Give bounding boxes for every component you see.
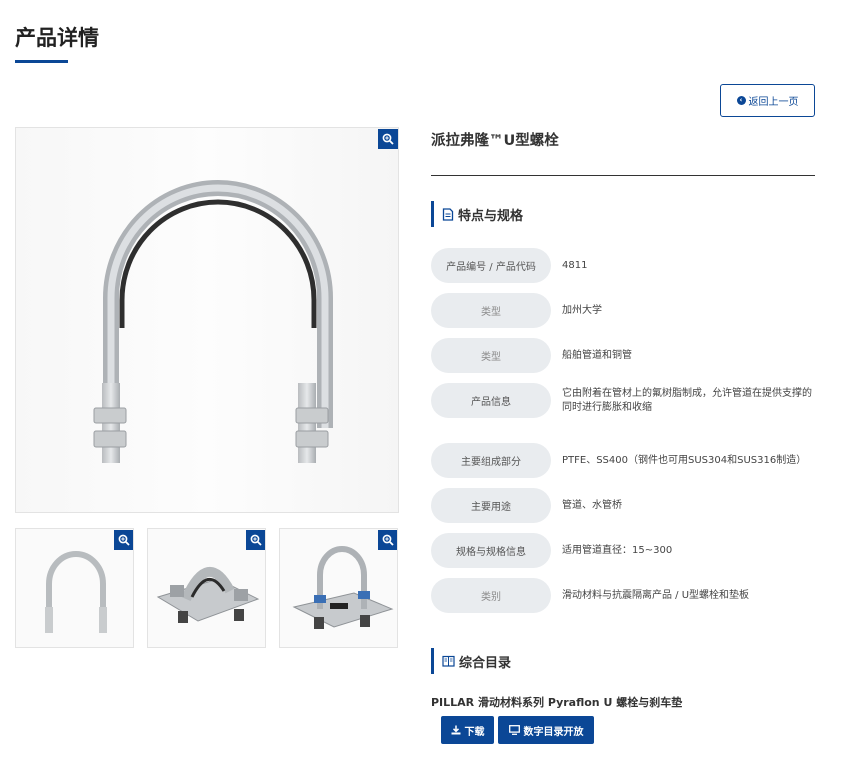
u-bolt-image — [93, 180, 333, 463]
page-title: 产品详情 — [15, 26, 99, 50]
spec-value: 加州大学 — [562, 304, 602, 316]
book-icon — [442, 655, 455, 667]
spec-label: 类型 — [431, 338, 551, 373]
features-heading-text: 特点与规格 — [458, 208, 524, 224]
zoom-in-icon — [118, 534, 130, 546]
spec-value: 船舶管道和铜管 — [562, 349, 632, 361]
spec-row-type-2: 类型 船舶管道和铜管 — [431, 338, 821, 373]
spec-row-product-code: 产品编号 / 产品代码 4811 — [431, 248, 821, 283]
spec-label: 类别 — [431, 578, 551, 613]
zoom-button-thumb-1[interactable] — [114, 530, 133, 550]
spec-label: 类型 — [431, 293, 551, 328]
spec-label: 规格与规格信息 — [431, 533, 551, 568]
catalog-title: PILLAR 滑动材料系列 Pyraflon U 螺栓与刹车垫 — [431, 696, 683, 709]
spec-label: 主要用途 — [431, 488, 551, 523]
spec-row-usage: 主要用途 管道、水管桥 — [431, 488, 821, 523]
monitor-icon — [508, 725, 520, 735]
divider — [431, 175, 815, 176]
back-button[interactable]: ‹ 返回上一页 — [720, 84, 815, 117]
download-button-label: 下载 — [464, 726, 485, 738]
document-icon — [442, 207, 454, 221]
spec-row-components: 主要组成部分 PTFE、SS400（钢件也可用SUS304和SUS316制造） — [431, 443, 821, 478]
title-underline — [15, 60, 68, 63]
zoom-in-icon — [382, 534, 394, 546]
spec-value: 管道、水管桥 — [562, 499, 622, 511]
download-icon — [451, 725, 460, 735]
spec-label: 主要组成部分 — [431, 443, 551, 478]
zoom-button-thumb-2[interactable] — [246, 530, 265, 550]
zoom-button-thumb-3[interactable] — [378, 530, 397, 550]
spec-value: 滑动材料与抗震隔离产品 / U型螺栓和垫板 — [562, 589, 750, 601]
zoom-button-main[interactable] — [378, 129, 398, 149]
spec-value: PTFE、SS400（钢件也可用SUS304和SUS316制造） — [562, 454, 807, 466]
spec-label: 产品信息 — [431, 383, 551, 418]
open-catalog-button-label: 数字目录开放 — [523, 726, 584, 738]
spec-row-product-info: 产品信息 它由附着在管材上的氟树脂制成，允许管道在提供支撑的同时进行膨胀和收缩 — [431, 383, 821, 418]
product-name: 派拉弗隆™U型螺栓 — [431, 133, 559, 149]
thumbnail-2[interactable] — [147, 528, 266, 648]
spec-row-type-1: 类型 加州大学 — [431, 293, 821, 328]
spec-row-category: 类别 滑动材料与抗震隔离产品 / U型螺栓和垫板 — [431, 578, 821, 613]
spec-value: 4811 — [562, 259, 588, 271]
features-heading: 特点与规格 — [431, 201, 523, 227]
spec-row-specifications: 规格与规格信息 适用管道直径：15~300 — [431, 533, 821, 568]
catalog-heading: 综合目录 — [431, 648, 511, 674]
arrow-left-circle-icon: ‹ — [736, 96, 746, 105]
thumbnail-1[interactable] — [15, 528, 134, 648]
open-digital-catalog-button[interactable]: 数字目录开放 — [498, 716, 594, 744]
catalog-heading-text: 综合目录 — [459, 655, 512, 671]
back-button-label: 返回上一页 — [748, 97, 799, 108]
thumbnail-3[interactable] — [279, 528, 398, 648]
main-product-image[interactable] — [15, 127, 399, 513]
spec-label: 产品编号 / 产品代码 — [431, 248, 551, 283]
zoom-in-icon — [250, 534, 262, 546]
zoom-in-icon — [382, 133, 394, 145]
spec-value: 适用管道直径：15~300 — [562, 544, 673, 556]
spec-value: 它由附着在管材上的氟树脂制成，允许管道在提供支撑的同时进行膨胀和收缩 — [562, 387, 812, 413]
download-button[interactable]: 下载 — [441, 716, 494, 744]
